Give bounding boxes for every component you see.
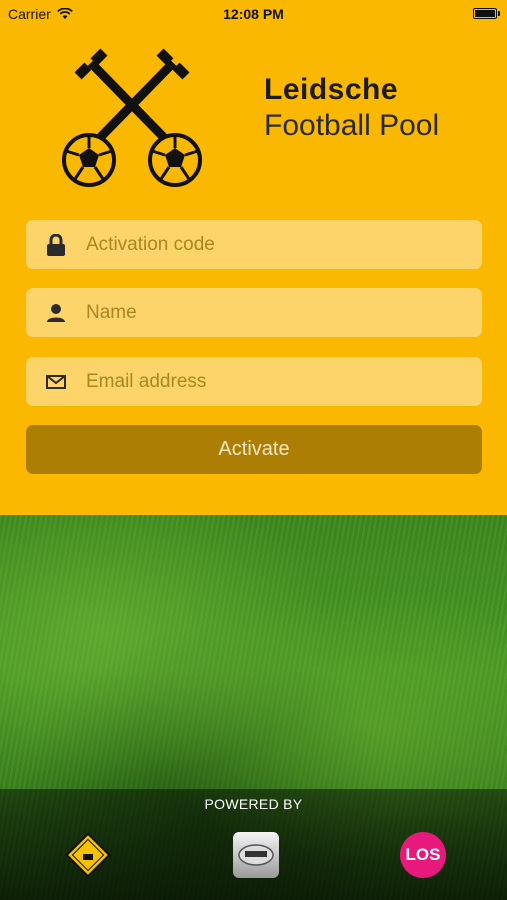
status-bar: Carrier 12:08 PM	[0, 0, 507, 28]
activation-code-field[interactable]	[26, 220, 482, 269]
email-input[interactable]	[86, 370, 482, 393]
the-dugout-logo[interactable]	[63, 830, 113, 880]
title-line-1: Leidsche	[264, 73, 399, 106]
name-input[interactable]	[86, 301, 482, 324]
battery-icon	[473, 8, 500, 19]
activation-code-input[interactable]	[86, 233, 482, 256]
name-field[interactable]	[26, 288, 482, 337]
powered-by-label: POWERED BY	[204, 796, 303, 812]
title-line-2: Football Pool	[264, 109, 440, 142]
app-title: Leidsche Football Pool	[264, 72, 439, 144]
app-studio-logo[interactable]	[231, 830, 281, 880]
los-badge: LOS	[400, 832, 446, 878]
app-studio-badge	[233, 832, 279, 878]
activate-button[interactable]: Activate	[26, 425, 482, 474]
lock-icon	[26, 233, 86, 256]
los-logo[interactable]: LOS	[398, 830, 448, 880]
envelope-icon	[26, 374, 86, 389]
email-field[interactable]	[26, 357, 482, 406]
person-icon	[26, 303, 86, 323]
status-time: 12:08 PM	[223, 6, 284, 22]
crossed-keys-footballs-logo	[62, 48, 202, 187]
